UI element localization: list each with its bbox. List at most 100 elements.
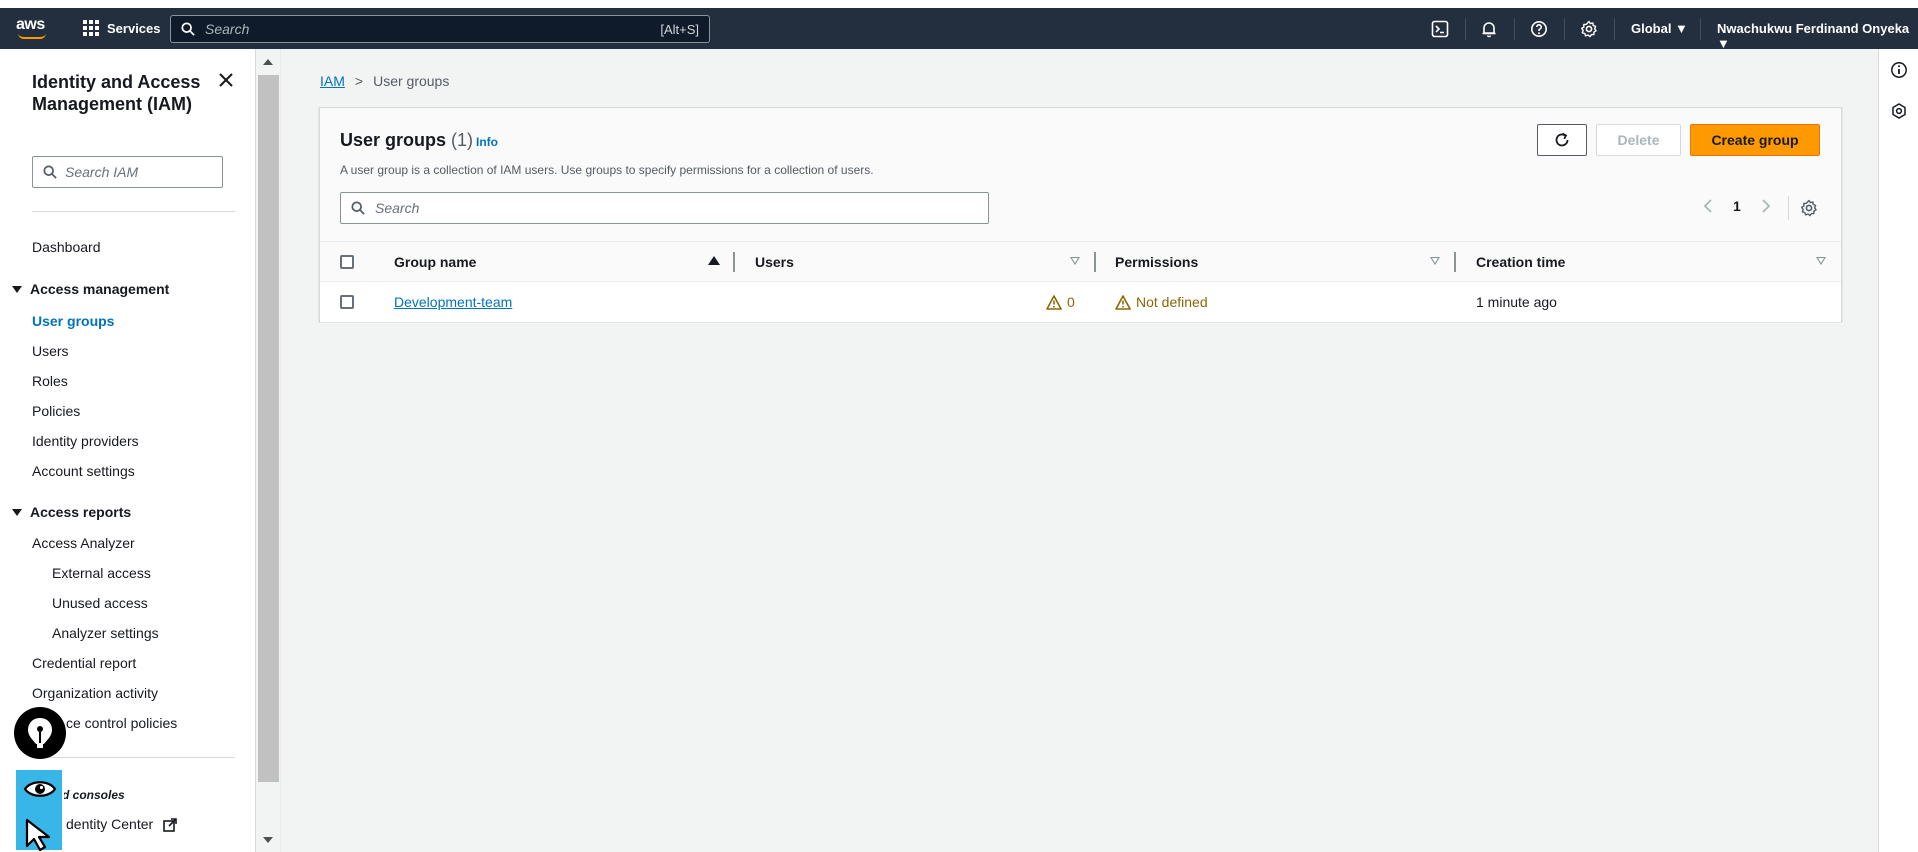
cursor-arrow-icon[interactable] (24, 818, 56, 852)
scroll-down-arrow-icon[interactable] (263, 837, 273, 843)
search-shortcut: [Alt+S] (660, 21, 699, 37)
region-selector[interactable]: Global ▼ (1631, 21, 1688, 36)
page-number[interactable]: 1 (1733, 198, 1741, 214)
nav-item-analyzer-settings[interactable]: Analyzer settings (52, 625, 159, 641)
nav-item-dashboard[interactable]: Dashboard (32, 239, 101, 255)
search-icon (43, 165, 57, 179)
column-resizer[interactable] (733, 252, 735, 272)
table-preferences-gear-icon[interactable] (1800, 199, 1818, 217)
services-label: Services (107, 20, 161, 36)
account-menu[interactable]: Nwachukwu Ferdinand Onyeka ▼ (1717, 21, 1918, 51)
nav-item-identity-providers[interactable]: Identity providers (32, 433, 139, 449)
sort-descending-icon[interactable] (1430, 257, 1440, 265)
user-groups-panel: User groups (1) Info A user group is a c… (319, 107, 1842, 322)
scrollbar-thumb[interactable] (258, 75, 279, 782)
panel-description: A user group is a collection of IAM user… (340, 163, 874, 177)
services-menu[interactable]: Services (83, 20, 161, 36)
scroll-up-arrow-icon[interactable] (263, 59, 273, 65)
nav-divider (32, 757, 235, 758)
pager-divider (1788, 196, 1789, 220)
chevron-right-icon: > (354, 73, 364, 89)
group-name-link[interactable]: Development-team (394, 294, 512, 310)
nav-item-access-analyzer[interactable]: Access Analyzer (32, 535, 135, 551)
users-count: 0 (1067, 294, 1075, 310)
close-icon[interactable] (217, 71, 235, 89)
create-group-button[interactable]: Create group (1690, 124, 1820, 156)
aws-logo[interactable]: aws (16, 16, 50, 42)
panel-header: User groups (1) Info A user group is a c… (320, 108, 1841, 242)
column-group-name[interactable]: Group name (394, 254, 476, 270)
panel-title-text: User groups (340, 130, 447, 150)
caret-down-icon (12, 285, 22, 293)
sort-ascending-icon[interactable] (708, 256, 720, 265)
caret-down-icon (12, 508, 22, 516)
nav-search-input[interactable]: Search IAM (32, 156, 223, 188)
delete-button[interactable]: Delete (1596, 124, 1681, 156)
select-all-checkbox[interactable] (340, 255, 354, 269)
nav-item-identity-center[interactable]: dentity Center (66, 816, 177, 833)
users-count-warning: 0 (1046, 294, 1075, 310)
permissions-warning: Not defined (1115, 294, 1208, 310)
nav-divider (32, 211, 235, 212)
eye-icon[interactable] (23, 778, 57, 800)
breadcrumb-iam-link[interactable]: IAM (320, 73, 345, 89)
top-navigation-bar: aws Services Search [Alt+S] Global ▼ Nwa… (0, 8, 1918, 51)
column-creation-time[interactable]: Creation time (1476, 254, 1565, 270)
nav-section-access-management[interactable]: Access management (12, 281, 169, 297)
breadcrumb: IAM > User groups (320, 73, 449, 89)
browser-strip (0, 0, 1918, 8)
search-icon (351, 201, 365, 215)
nav-item-credential-report[interactable]: Credential report (32, 655, 136, 671)
sort-descending-icon[interactable] (1070, 257, 1080, 265)
help-icon[interactable] (1530, 20, 1548, 38)
global-search-input[interactable]: Search [Alt+S] (170, 15, 710, 43)
row-checkbox[interactable] (340, 295, 354, 309)
right-tools-rail (1878, 49, 1918, 852)
nav-section-label: Access reports (30, 504, 132, 520)
info-link[interactable]: Info (476, 135, 498, 149)
related-consoles-heading: d consoles (62, 788, 125, 802)
nav-item-label: dentity Center (66, 816, 154, 832)
info-icon[interactable] (1890, 61, 1908, 79)
column-permissions[interactable]: Permissions (1115, 254, 1198, 270)
nav-item-user-groups[interactable]: User groups (32, 313, 114, 329)
pen-nib-icon (28, 718, 52, 748)
nav-section-label: Access management (30, 281, 170, 297)
search-icon (181, 22, 195, 36)
table-row: Development-team 0 Not defined 1 minute … (320, 282, 1841, 322)
nav-item-account-settings[interactable]: Account settings (32, 463, 135, 479)
chevron-right-icon[interactable] (1761, 199, 1771, 213)
nav-item-service-control-policies[interactable]: ce control policies (66, 715, 177, 731)
overlay-toolbar[interactable] (14, 768, 64, 852)
nav-item-roles[interactable]: Roles (32, 373, 68, 389)
nav-section-access-reports[interactable]: Access reports (12, 504, 131, 520)
global-search-placeholder: Search (205, 21, 250, 37)
table-search-placeholder: Search (375, 200, 420, 216)
refresh-icon (1555, 132, 1569, 147)
column-resizer[interactable] (1094, 252, 1096, 272)
cloudshell-icon[interactable] (1431, 20, 1449, 38)
warning-icon (1046, 294, 1062, 310)
warning-icon (1115, 294, 1131, 310)
panel-count: (1) (451, 130, 474, 150)
sort-descending-icon[interactable] (1816, 257, 1826, 265)
nav-item-unused-access[interactable]: Unused access (52, 595, 148, 611)
refresh-button[interactable] (1537, 124, 1587, 156)
panel-title: User groups (1) (340, 130, 473, 151)
nav-search-placeholder: Search IAM (65, 164, 139, 180)
column-users[interactable]: Users (755, 254, 794, 270)
breadcrumb-current: User groups (373, 73, 450, 89)
nav-item-users[interactable]: Users (32, 343, 69, 359)
nav-item-external-access[interactable]: External access (52, 565, 151, 581)
pen-tool-button[interactable] (14, 707, 66, 759)
nav-item-policies[interactable]: Policies (32, 403, 80, 419)
service-title[interactable]: Identity and Access Management (IAM) (32, 71, 212, 115)
settings-icon[interactable] (1580, 20, 1598, 38)
bell-icon[interactable] (1480, 20, 1498, 38)
column-resizer[interactable] (1454, 252, 1456, 272)
table-header: Group name Users Permissions Creation ti… (320, 242, 1841, 282)
table-search-input[interactable]: Search (340, 192, 989, 224)
chevron-left-icon[interactable] (1703, 199, 1713, 213)
feedback-icon[interactable] (1890, 102, 1908, 120)
nav-item-organization-activity[interactable]: Organization activity (32, 685, 158, 701)
